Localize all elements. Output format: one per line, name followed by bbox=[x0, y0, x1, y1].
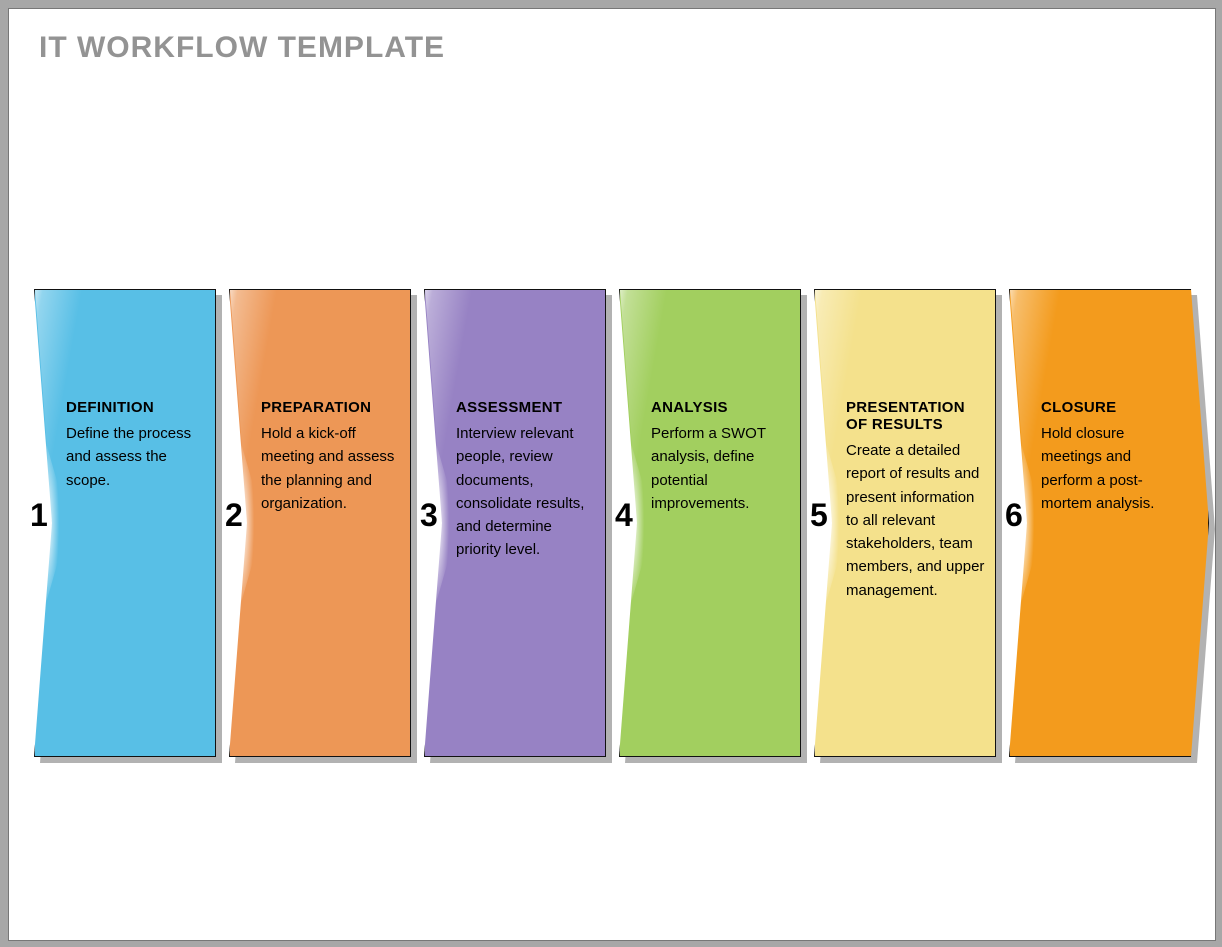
arrow-shape bbox=[229, 289, 411, 757]
workflow-steps: 1 DEFINITION Define the process and asse… bbox=[34, 289, 1204, 779]
step-2: 2 PREPARATION Hold a kick-off meeting an… bbox=[229, 289, 411, 757]
step-content: ANALYSIS Perform a SWOT analysis, define… bbox=[651, 399, 791, 515]
step-heading: DEFINITION bbox=[66, 399, 206, 416]
step-number: 3 bbox=[420, 497, 438, 534]
step-content: ASSESSMENT Interview relevant people, re… bbox=[456, 399, 596, 562]
step-5: 5 PRESENTATION OF RESULTS Create a detai… bbox=[814, 289, 996, 757]
page-title: IT WORKFLOW TEMPLATE bbox=[39, 31, 445, 65]
step-3: 3 ASSESSMENT Interview relevant people, … bbox=[424, 289, 606, 757]
step-desc: Create a detailed report of results and … bbox=[846, 439, 986, 602]
step-content: PRESENTATION OF RESULTS Create a detaile… bbox=[846, 399, 986, 602]
step-6: 6 CLOSURE Hold closure meetings and perf… bbox=[1009, 289, 1191, 757]
step-number: 2 bbox=[225, 497, 243, 534]
step-content: CLOSURE Hold closure meetings and perfor… bbox=[1041, 399, 1181, 515]
step-1: 1 DEFINITION Define the process and asse… bbox=[34, 289, 216, 757]
step-4: 4 ANALYSIS Perform a SWOT analysis, defi… bbox=[619, 289, 801, 757]
step-desc: Perform a SWOT analysis, define potentia… bbox=[651, 422, 791, 515]
step-heading: ANALYSIS bbox=[651, 399, 791, 416]
step-desc: Define the process and assess the scope. bbox=[66, 422, 206, 492]
step-heading: PREPARATION bbox=[261, 399, 401, 416]
step-heading: CLOSURE bbox=[1041, 399, 1181, 416]
step-heading: ASSESSMENT bbox=[456, 399, 596, 416]
step-number: 5 bbox=[810, 497, 828, 534]
arrow-shape bbox=[34, 289, 216, 757]
step-number: 1 bbox=[30, 497, 48, 534]
step-desc: Interview relevant people, review docume… bbox=[456, 422, 596, 562]
step-number: 6 bbox=[1005, 497, 1023, 534]
arrow-shape bbox=[1009, 289, 1209, 757]
step-desc: Hold closure meetings and perform a post… bbox=[1041, 422, 1181, 515]
step-heading: PRESENTATION OF RESULTS bbox=[846, 399, 986, 433]
step-content: PREPARATION Hold a kick-off meeting and … bbox=[261, 399, 401, 515]
step-number: 4 bbox=[615, 497, 633, 534]
step-desc: Hold a kick-off meeting and assess the p… bbox=[261, 422, 401, 515]
arrow-shape bbox=[619, 289, 801, 757]
step-content: DEFINITION Define the process and assess… bbox=[66, 399, 206, 492]
slide-canvas: IT WORKFLOW TEMPLATE 1 DEFINITION Define… bbox=[8, 8, 1216, 941]
